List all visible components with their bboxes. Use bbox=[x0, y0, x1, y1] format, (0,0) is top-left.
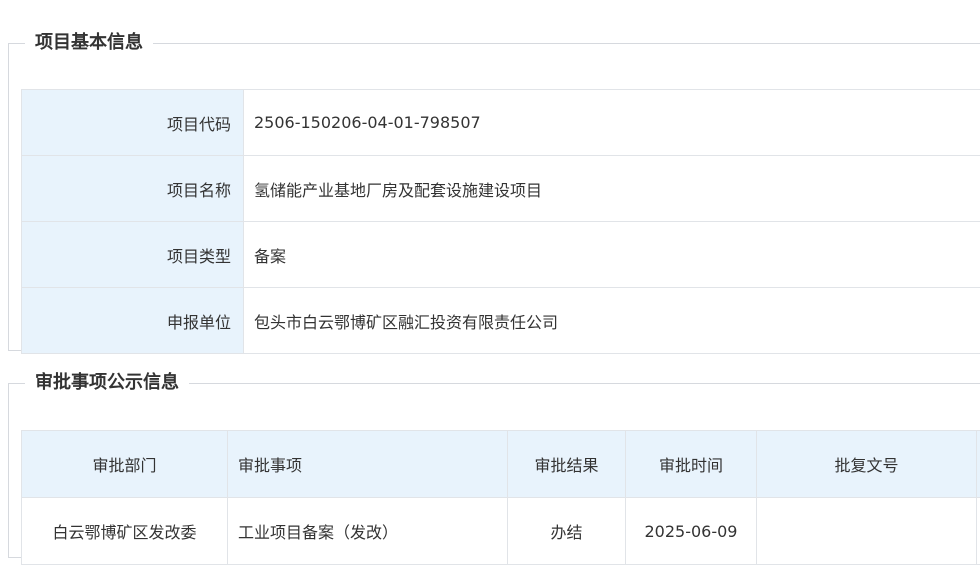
info-row-project-type: 项目类型 备案 bbox=[21, 221, 980, 288]
info-value-applicant: 包头市白云鄂博矿区融汇投资有限责任公司 bbox=[243, 287, 980, 354]
info-row-applicant: 申报单位 包头市白云鄂博矿区融汇投资有限责任公司 bbox=[21, 287, 980, 354]
table-header-row: 审批部门 审批事项 审批结果 审批时间 批复文号 bbox=[21, 430, 980, 498]
project-info-table: 项目代码 2506-150206-04-01-798507 项目名称 氢储能产业… bbox=[21, 89, 980, 354]
table-row: 白云鄂博矿区发改委 工业项目备案（发改） 办结 2025-06-09 bbox=[21, 497, 980, 565]
approval-public-info-section: 审批事项公示信息 审批部门 审批事项 审批结果 审批时间 批复文号 白云鄂博矿区… bbox=[8, 372, 980, 565]
column-header-matter: 审批事项 bbox=[227, 430, 508, 498]
info-value-project-code: 2506-150206-04-01-798507 bbox=[243, 89, 980, 156]
approval-table: 审批部门 审批事项 审批结果 审批时间 批复文号 白云鄂博矿区发改委 工业项目备… bbox=[21, 430, 980, 565]
column-header-document-number: 批复文号 bbox=[756, 430, 977, 498]
info-value-project-type: 备案 bbox=[243, 221, 980, 288]
info-row-project-name: 项目名称 氢储能产业基地厂房及配套设施建设项目 bbox=[21, 155, 980, 222]
info-label: 项目名称 bbox=[21, 155, 244, 222]
column-header-department: 审批部门 bbox=[21, 430, 228, 498]
info-label: 申报单位 bbox=[21, 287, 244, 354]
cell-department: 白云鄂博矿区发改委 bbox=[21, 497, 228, 565]
info-value-project-name: 氢储能产业基地厂房及配套设施建设项目 bbox=[243, 155, 980, 222]
column-header-result: 审批结果 bbox=[507, 430, 626, 498]
cell-matter: 工业项目备案（发改） bbox=[227, 497, 508, 565]
info-row-project-code: 项目代码 2506-150206-04-01-798507 bbox=[21, 89, 980, 156]
cell-document-number bbox=[756, 497, 977, 565]
project-basic-info-section: 项目基本信息 项目代码 2506-150206-04-01-798507 项目名… bbox=[8, 32, 980, 354]
info-label: 项目代码 bbox=[21, 89, 244, 156]
section-title: 项目基本信息 bbox=[35, 32, 143, 53]
cell-result: 办结 bbox=[507, 497, 626, 565]
cell-time: 2025-06-09 bbox=[625, 497, 757, 565]
info-label: 项目类型 bbox=[21, 221, 244, 288]
section-title: 审批事项公示信息 bbox=[35, 372, 179, 393]
column-header-time: 审批时间 bbox=[625, 430, 757, 498]
column-header-overflow bbox=[976, 430, 980, 498]
cell-overflow bbox=[976, 497, 980, 565]
